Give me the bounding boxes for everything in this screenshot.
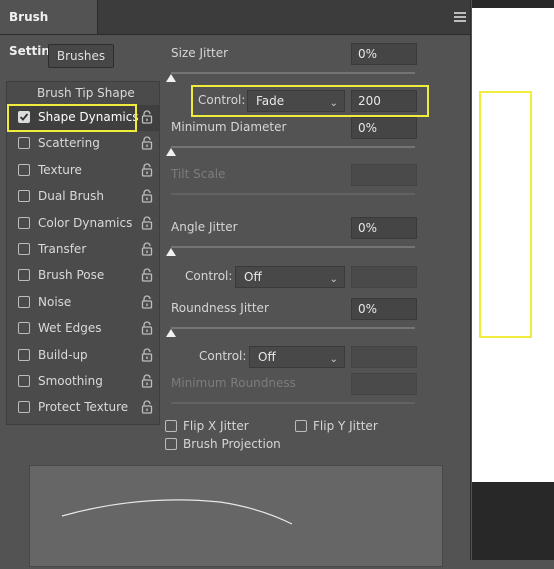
tilt-scale-field [351,164,417,186]
flip-y-label: Flip Y Jitter [313,419,378,433]
texture-label: Texture [38,162,82,177]
panel-menu-icon[interactable] [454,12,466,22]
angle-control-select[interactable]: Off ⌄ [235,266,345,288]
wet-edges-label: Wet Edges [38,321,102,336]
min-diameter-label: Minimum Diameter [171,120,287,134]
flip-y-checkbox[interactable] [295,420,307,432]
build-up-label: Build-up [38,347,88,362]
protect-texture-checkbox[interactable] [18,401,30,414]
brush-option-brush-pose[interactable]: Brush Pose [7,263,159,289]
brush-option-noise[interactable]: Noise [7,290,159,316]
scattering-checkbox[interactable] [18,137,30,150]
tab-brush-settings[interactable]: Brush Settings [0,0,98,58]
angle-control-field [351,266,417,288]
stroke-preview [29,465,443,567]
brush-options-list: Shape Dynamics Scattering Texture Dual Brus… [6,81,160,425]
angle-control-label: Control: [185,269,233,283]
lock-icon[interactable] [141,374,153,388]
roundness-jitter-field[interactable]: 0% [351,298,417,320]
lock-icon[interactable] [141,268,153,283]
brush-option-dual-brush[interactable]: Dual Brush [7,184,159,210]
min-diameter-slider[interactable] [171,146,415,148]
canvas-stroke-highlight [479,91,532,338]
dual-brush-checkbox[interactable] [18,190,30,203]
size-jitter-slider-thumb[interactable] [166,74,176,82]
roundness-control-select-value: Off [258,350,276,364]
brush-option-color-dynamics[interactable]: Color Dynamics [7,211,159,237]
lock-icon[interactable] [141,136,153,151]
lock-icon[interactable] [141,163,153,177]
noise-checkbox[interactable] [18,295,30,308]
scattering-label: Scattering [38,136,100,151]
angle-jitter-slider[interactable] [171,246,415,248]
flip-x-label: Flip X Jitter [183,419,249,433]
dual-brush-label: Dual Brush [38,189,104,204]
canvas-border-top [472,0,554,8]
smoothing-checkbox[interactable] [18,375,30,387]
brush-option-texture[interactable]: Texture [7,158,159,184]
tilt-scale-label: Tilt Scale [171,167,226,181]
protect-texture-label: Protect Texture [38,400,129,415]
angle-jitter-label: Angle Jitter [171,220,238,234]
chevron-down-icon: ⌄ [329,274,338,285]
brush-option-transfer[interactable]: Transfer [7,237,159,263]
lock-icon[interactable] [141,295,153,309]
roundness-jitter-slider-thumb[interactable] [166,329,176,337]
roundness-control-select[interactable]: Off ⌄ [249,346,345,368]
brush-tip-shape-item[interactable]: Brush Tip Shape [37,86,135,100]
brush-pose-label: Brush Pose [38,268,105,283]
roundness-jitter-label: Roundness Jitter [171,301,269,315]
chevron-down-icon: ⌄ [329,354,338,365]
roundness-control-label: Control: [199,349,247,363]
angle-jitter-slider-thumb[interactable] [166,248,176,256]
brush-option-protect-texture[interactable]: Protect Texture [7,395,159,421]
lock-icon[interactable] [141,321,153,335]
control-highlight [191,85,429,117]
brush-option-scattering[interactable]: Scattering [7,131,159,157]
brush-option-smoothing[interactable]: Smoothing [7,369,159,395]
noise-label: Noise [38,294,72,309]
min-roundness-field [351,373,417,395]
texture-checkbox[interactable] [18,163,30,176]
brush-pose-checkbox[interactable] [18,269,30,282]
shape-dynamics-highlight [7,104,137,132]
min-roundness-slider [171,402,415,404]
brush-option-wet-edges[interactable]: Wet Edges [7,316,159,342]
size-jitter-label: Size Jitter [171,46,229,60]
tilt-scale-slider [171,193,415,195]
roundness-control-field [351,346,417,368]
stroke-preview-curve [61,499,293,525]
lock-icon[interactable] [141,189,153,203]
brush-projection-label: Brush Projection [183,437,281,451]
color-dynamics-label: Color Dynamics [38,215,133,230]
min-diameter-field[interactable]: 0% [351,117,417,139]
transfer-label: Transfer [38,242,87,256]
lock-icon[interactable] [141,348,153,362]
brush-projection-checkbox[interactable] [165,438,177,450]
color-dynamics-checkbox[interactable] [18,216,30,229]
roundness-jitter-slider[interactable] [171,327,415,329]
brushes-button[interactable]: Brushes [48,44,114,68]
build-up-checkbox[interactable] [18,348,30,361]
size-jitter-field[interactable]: 0% [351,43,417,65]
lock-icon[interactable] [141,242,153,256]
wet-edges-checkbox[interactable] [18,322,30,335]
lock-icon[interactable] [141,400,153,415]
transfer-checkbox[interactable] [18,243,30,255]
angle-control-select-value: Off [244,270,262,284]
min-diameter-slider-thumb[interactable] [166,148,176,156]
brush-option-build-up[interactable]: Build-up [7,343,159,369]
lock-icon[interactable] [141,110,153,124]
smoothing-label: Smoothing [38,374,103,388]
canvas-background [472,482,554,560]
lock-icon[interactable] [141,216,153,230]
min-roundness-label: Minimum Roundness [171,376,296,390]
angle-jitter-field[interactable]: 0% [351,217,417,239]
flip-x-checkbox[interactable] [165,420,177,432]
size-jitter-slider[interactable] [171,72,415,74]
